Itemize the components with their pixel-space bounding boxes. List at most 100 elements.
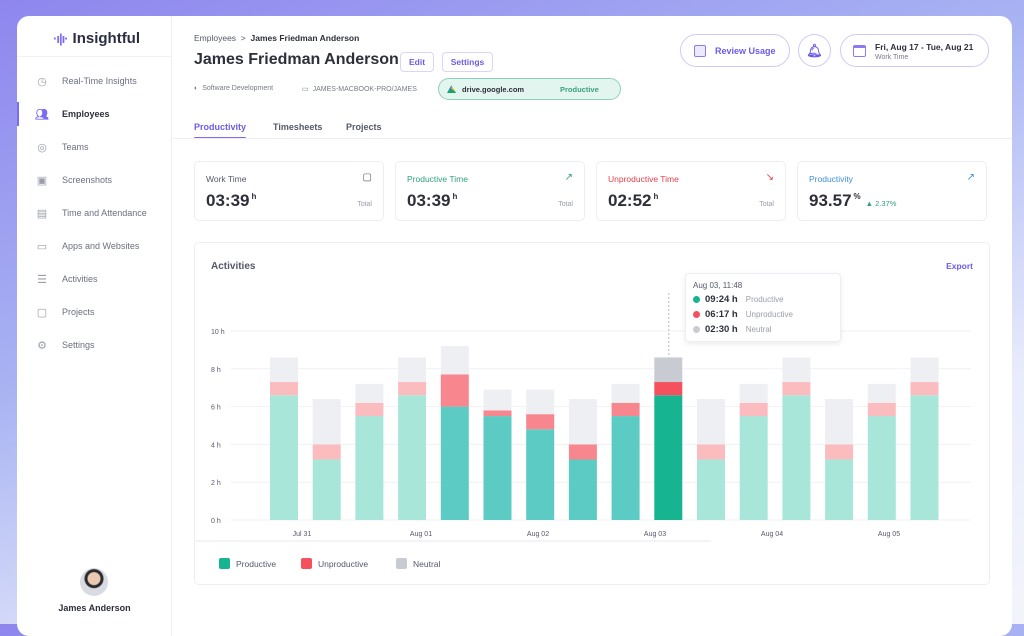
stat-unit: h — [251, 192, 257, 202]
stat-unit: % — [853, 192, 861, 202]
x-tick-label: Aug 01 — [410, 531, 432, 538]
breadcrumb: Employees > James Friedman Anderson — [194, 33, 359, 43]
tab-productivity[interactable]: Productivity — [194, 122, 247, 139]
legend-label: Productive — [236, 558, 277, 569]
laptop-icon: ▭ — [302, 86, 309, 93]
tab-projects[interactable]: Projects — [346, 122, 382, 132]
list-icon: ☰ — [37, 273, 47, 286]
y-tick-label: 2 h — [211, 480, 221, 487]
review-usage-button[interactable]: Review Usage — [680, 34, 790, 67]
logo: ·ı|ı· Insightful — [53, 30, 140, 47]
sidebar-item-activities[interactable]: ☰ Activities — [17, 267, 172, 291]
stat-label: Unproductive Time — [608, 174, 679, 184]
edit-button[interactable]: Edit — [400, 52, 434, 72]
stat-card-unproductive-time: Unproductive Time ↘ 02:52 h Total — [596, 161, 786, 221]
bar-productive — [611, 416, 640, 520]
bar-productive — [910, 395, 939, 520]
legend-label: Unproductive — [318, 558, 369, 569]
tooltip-value: 09:24 h — [705, 294, 738, 305]
legend-swatch — [219, 558, 230, 569]
bar-productive — [568, 459, 597, 520]
bar-productive — [526, 429, 555, 520]
legend-swatch — [301, 558, 312, 569]
sidebar-item-real-time-insights[interactable]: ◷ Real-Time Insights — [17, 69, 172, 93]
bar-neutral — [867, 383, 896, 403]
legend-item-unproductive[interactable]: Unproductive — [301, 558, 368, 569]
stat-value: 03:39 h — [407, 191, 457, 211]
stat-foot: Total — [759, 201, 774, 208]
sidebar-item-apps-and-websites[interactable]: ▭ Apps and Websites — [17, 234, 172, 258]
date-range-picker[interactable]: Fri, Aug 17 - Tue, Aug 21 Work Time — [840, 34, 989, 67]
current-app-pill[interactable]: drive.google.com Productive — [438, 78, 621, 100]
settings-button[interactable]: Settings — [442, 52, 493, 72]
sidebar-item-time-and-attendance[interactable]: ▤ Time and Attendance — [17, 201, 172, 225]
bar-neutral — [526, 389, 555, 415]
bar-unproductive — [398, 382, 427, 396]
notifications-button[interactable]: 🔔︎ — [798, 34, 831, 67]
divider — [173, 138, 1012, 139]
stat-value: 03:39 h — [206, 191, 256, 211]
user-name: James Anderson — [58, 603, 131, 613]
review-usage-label: Review Usage — [715, 45, 776, 56]
legend-item-neutral[interactable]: Neutral — [396, 558, 440, 569]
sidebar-item-employees[interactable]: 👥︎ Employees — [17, 102, 172, 126]
series-dot — [693, 326, 700, 333]
sidebar-item-label: Activities — [62, 274, 98, 284]
x-tick-label: Aug 04 — [761, 531, 783, 538]
sidebar-item-teams[interactable]: ◎ Teams — [17, 135, 172, 159]
breadcrumb-parent[interactable]: Employees — [194, 33, 236, 43]
bar-productive — [440, 406, 469, 520]
series-dot — [693, 296, 700, 303]
breadcrumb-separator: > — [240, 33, 246, 43]
legend-item-productive[interactable]: Productive — [219, 558, 276, 569]
screenshots-icon: ▣ — [36, 174, 48, 187]
review-icon — [694, 44, 706, 57]
bar-neutral — [697, 399, 725, 445]
tab-timesheets[interactable]: Timesheets — [273, 122, 322, 132]
bar-unproductive — [782, 382, 811, 396]
bar-neutral — [568, 399, 597, 445]
bar-productive — [270, 395, 298, 520]
stat-label: Productive Time — [407, 174, 468, 184]
bar-unproductive — [739, 402, 768, 417]
legend-label: Neutral — [413, 558, 441, 569]
sidebar: ·ı|ı· Insightful ◷ Real-Time Insights 👥︎ Emp… — [17, 16, 172, 636]
bar-neutral — [312, 399, 341, 445]
sidebar-item-settings[interactable]: ⚙ Settings — [17, 333, 172, 357]
bar-neutral — [910, 357, 939, 383]
bar-unproductive — [910, 382, 939, 396]
stat-unit: h — [452, 192, 458, 202]
activities-card: Activities Export 0 h2 h4 h6 h8 h 10 h Jul… — [194, 242, 990, 585]
stat-card-productivity: Productivity ↗ 93.57 % ▲ 2.37% — [797, 161, 987, 221]
stat-change: ▲ 2.37% — [865, 199, 897, 208]
sidebar-item-projects[interactable]: ▢ Projects — [17, 300, 172, 324]
stat-number: 93.57 — [809, 191, 852, 210]
stat-foot: Total — [558, 201, 573, 208]
bar-neutral — [270, 357, 298, 383]
stat-card-productive-time: Productive Time ↗ 03:39 h Total — [395, 161, 585, 221]
stat-card-work-time: Work Time ▢ 03:39 h Total — [194, 161, 384, 221]
tooltip-header: Aug 03, 11:48 — [693, 281, 743, 290]
bar-unproductive — [355, 402, 384, 417]
divider — [17, 56, 172, 57]
sidebar-item-label: Projects — [62, 307, 95, 317]
clock-icon: ◷ — [37, 75, 47, 88]
stat-unit: h — [653, 192, 659, 202]
chart-tooltip: Aug 03, 11:48 09:24 h Productive 06:17 h Un… — [685, 273, 841, 342]
sidebar-item-screenshots[interactable]: ▣ Screenshots — [17, 168, 172, 192]
bar-productive — [312, 459, 341, 520]
stat-value: 93.57 % ▲ 2.37% — [809, 191, 896, 211]
tooltip-series-name: Unproductive — [745, 310, 793, 319]
users-icon: 👥︎ — [35, 108, 49, 121]
brand-name: Insightful — [72, 30, 141, 47]
bar-productive — [782, 395, 811, 520]
avatar[interactable] — [80, 568, 108, 596]
bar-productive — [739, 416, 768, 520]
computer-info: ▭ JAMES-MACBOOK-PRO/JAMES — [302, 85, 417, 94]
trend-down-icon: ↘ — [765, 172, 774, 183]
bar-neutral — [782, 357, 811, 383]
tooltip-series-name: Neutral — [745, 325, 772, 334]
tooltip-value: 06:17 h — [705, 309, 738, 320]
bar-unproductive — [440, 374, 469, 407]
team-name: Software Development — [202, 85, 274, 92]
